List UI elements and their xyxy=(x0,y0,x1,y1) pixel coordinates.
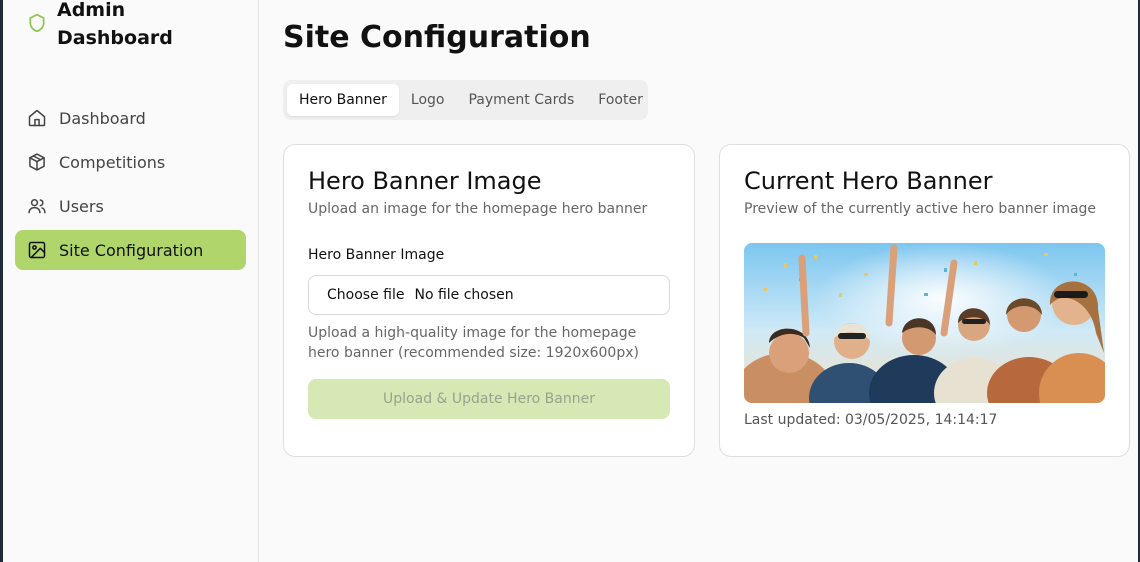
brand-title: Admin Dashboard xyxy=(57,0,173,52)
brand-title-line2: Dashboard xyxy=(57,27,173,49)
shield-icon xyxy=(27,13,47,33)
page-title: Site Configuration xyxy=(283,20,591,55)
file-field-label: Hero Banner Image xyxy=(308,247,445,263)
brand-title-line1: Admin xyxy=(57,0,126,21)
users-icon xyxy=(28,199,46,214)
sidebar-item-label: Users xyxy=(59,196,104,216)
preview-card-title: Current Hero Banner xyxy=(744,167,993,195)
sidebar-item-label: Site Configuration xyxy=(59,240,204,260)
choose-file-button[interactable]: Choose file xyxy=(327,287,404,303)
upload-card: Hero Banner Image Upload an image for th… xyxy=(283,144,695,457)
sidebar-item-label: Competitions xyxy=(59,152,166,172)
upload-card-subtitle: Upload an image for the homepage hero ba… xyxy=(308,201,648,217)
tab-logo[interactable]: Logo xyxy=(399,84,457,116)
home-icon xyxy=(28,109,46,127)
tab-list: Hero Banner Logo Payment Cards Footer xyxy=(283,80,648,120)
sidebar-nav: Dashboard Competitions Users Site Config… xyxy=(15,98,246,274)
help-text: Upload a high-quality image for the home… xyxy=(308,325,639,361)
last-updated: Last updated: 03/05/2025, 14:14:17 xyxy=(744,412,998,428)
sidebar-item-site-configuration[interactable]: Site Configuration xyxy=(15,230,246,270)
tab-hero-banner[interactable]: Hero Banner xyxy=(287,84,399,116)
preview-card-subtitle: Preview of the currently active hero ban… xyxy=(744,201,1097,217)
sidebar-item-users[interactable]: Users xyxy=(15,186,246,226)
file-input[interactable]: Choose file No file chosen xyxy=(308,275,670,315)
sidebar: Admin Dashboard Dashboard Competitions U… xyxy=(3,0,259,562)
box-icon xyxy=(29,153,45,171)
sidebar-item-competitions[interactable]: Competitions xyxy=(15,142,246,182)
sidebar-item-label: Dashboard xyxy=(59,108,146,128)
file-status: No file chosen xyxy=(414,287,514,303)
sidebar-item-dashboard[interactable]: Dashboard xyxy=(15,98,246,138)
brand: Admin Dashboard xyxy=(27,0,173,52)
image-icon xyxy=(28,241,46,259)
upload-card-title: Hero Banner Image xyxy=(308,167,542,195)
hero-banner-preview-image xyxy=(744,243,1105,403)
upload-button[interactable]: Upload & Update Hero Banner xyxy=(308,379,670,419)
tab-footer[interactable]: Footer xyxy=(586,84,655,116)
tab-payment-cards[interactable]: Payment Cards xyxy=(456,84,586,116)
preview-card: Current Hero Banner Preview of the curre… xyxy=(719,144,1130,457)
